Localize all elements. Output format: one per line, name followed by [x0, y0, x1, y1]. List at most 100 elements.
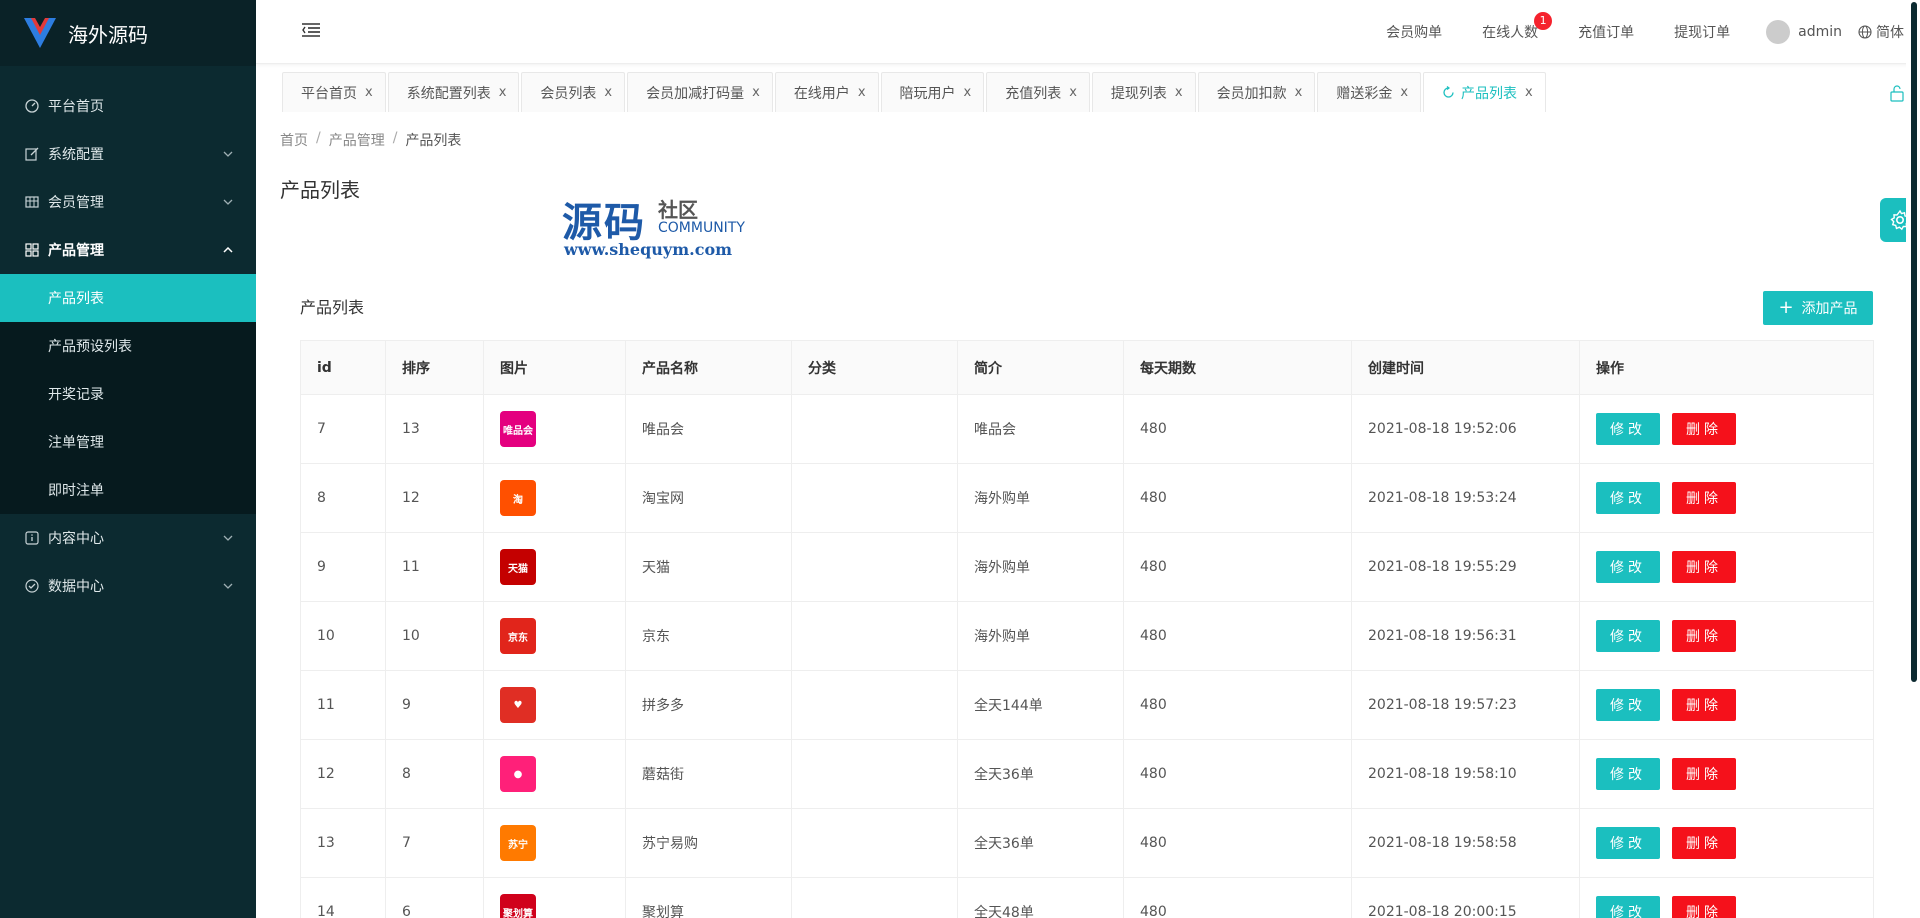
user-name[interactable]: admin: [1798, 24, 1842, 40]
refresh-icon[interactable]: [1442, 86, 1455, 99]
product-thumbnail[interactable]: 天猫: [500, 549, 536, 585]
sidebar-item-system-config[interactable]: 系统配置: [0, 130, 256, 178]
close-icon[interactable]: x: [604, 85, 612, 100]
logo[interactable]: 海外源码: [0, 0, 256, 66]
table-row: 12 8 ● 蘑菇街 全天36单 480 2021-08-18 19:58:10 修改 删除: [300, 739, 1874, 809]
sidebar-subitem-bet-management[interactable]: 注单管理: [0, 418, 256, 466]
sidebar-item-products[interactable]: 产品管理: [0, 226, 256, 274]
edit-button[interactable]: 修改: [1596, 758, 1660, 790]
table-body: 7 13 唯品会 唯品会 唯品会 480 2021-08-18 19:52:06 修改 删除 8 1…: [300, 394, 1874, 918]
add-product-button[interactable]: + 添加产品: [1763, 291, 1873, 325]
delete-button[interactable]: 删除: [1672, 551, 1736, 583]
tab-system-config-list[interactable]: 系统配置列表 x: [387, 72, 520, 112]
col-image[interactable]: 图片: [483, 340, 626, 395]
col-sort[interactable]: 排序: [385, 340, 484, 395]
delete-button[interactable]: 删除: [1672, 758, 1736, 790]
col-periods[interactable]: 每天期数: [1123, 340, 1352, 395]
tab-home[interactable]: 平台首页 x: [282, 72, 386, 112]
withdraw-orders-link[interactable]: 提现订单: [1674, 22, 1730, 42]
tab-member-bet-adjust[interactable]: 会员加减打码量 x: [627, 72, 773, 112]
product-thumbnail[interactable]: 京东: [500, 618, 536, 654]
delete-button[interactable]: 删除: [1672, 827, 1736, 859]
cell-actions: 修改 删除: [1579, 670, 1874, 740]
delete-button[interactable]: 删除: [1672, 620, 1736, 652]
sidebar-item-label: 数据中心: [48, 579, 104, 595]
close-icon[interactable]: x: [499, 85, 507, 100]
scrollbar-thumb[interactable]: [1911, 2, 1917, 682]
cell-intro: 全天36单: [957, 808, 1124, 878]
check-circle-icon: [24, 578, 40, 594]
close-icon[interactable]: x: [1525, 85, 1533, 100]
close-icon[interactable]: x: [365, 85, 373, 100]
col-name[interactable]: 产品名称: [625, 340, 792, 395]
delete-button[interactable]: 删除: [1672, 413, 1736, 445]
tab-label: 会员列表: [540, 85, 597, 102]
edit-button[interactable]: 修改: [1596, 482, 1660, 514]
close-icon[interactable]: x: [1069, 85, 1077, 100]
product-thumbnail[interactable]: 淘: [500, 480, 536, 516]
tab-member-list[interactable]: 会员列表 x: [521, 72, 626, 112]
online-users-link[interactable]: 在线人数 1: [1482, 12, 1553, 42]
cell-id: 14: [300, 877, 386, 918]
close-icon[interactable]: x: [1295, 85, 1303, 100]
sidebar-item-dashboard[interactable]: 平台首页: [0, 82, 256, 130]
lock-icon[interactable]: [1888, 84, 1906, 102]
edit-button[interactable]: 修改: [1596, 827, 1660, 859]
tab-recharge-list[interactable]: 充值列表 x: [986, 72, 1090, 112]
product-thumbnail[interactable]: ●: [500, 756, 536, 792]
sidebar-subitem-draw-records[interactable]: 开奖记录: [0, 370, 256, 418]
sidebar-subitem-product-list[interactable]: 产品列表: [0, 274, 256, 322]
sidebar-item-label: 会员管理: [48, 195, 104, 211]
sidebar-subitem-product-presets[interactable]: 产品预设列表: [0, 322, 256, 370]
close-icon[interactable]: x: [964, 85, 972, 100]
edit-button[interactable]: 修改: [1596, 413, 1660, 445]
cell-intro: 全天144单: [957, 670, 1124, 740]
tab-online-users[interactable]: 在线用户 x: [774, 72, 879, 112]
sidebar-item-content-center[interactable]: 内容中心: [0, 514, 256, 562]
cell-id: 10: [300, 601, 386, 671]
recharge-orders-link[interactable]: 充值订单: [1578, 22, 1634, 42]
edit-button[interactable]: 修改: [1596, 896, 1660, 918]
product-thumbnail[interactable]: 唯品会: [500, 411, 536, 447]
tab-product-list[interactable]: 产品列表 x: [1423, 72, 1546, 112]
grid-icon: [24, 242, 40, 258]
delete-button[interactable]: 删除: [1672, 896, 1736, 918]
close-icon[interactable]: x: [1400, 85, 1408, 100]
member-orders-link[interactable]: 会员购单: [1386, 22, 1442, 42]
avatar[interactable]: [1766, 20, 1791, 44]
scrollbar[interactable]: [1906, 0, 1920, 918]
close-icon[interactable]: x: [752, 85, 760, 100]
language-switcher[interactable]: 简体: [1858, 22, 1904, 42]
product-thumbnail[interactable]: ♥: [500, 687, 536, 723]
cell-actions: 修改 删除: [1579, 601, 1874, 671]
card-title: 产品列表: [300, 298, 365, 317]
edit-button[interactable]: 修改: [1596, 689, 1660, 721]
product-thumbnail[interactable]: 苏宁: [500, 825, 536, 861]
chevron-down-icon: [222, 580, 234, 592]
tab-companion-users[interactable]: 陪玩用户 x: [880, 72, 985, 112]
edit-button[interactable]: 修改: [1596, 620, 1660, 652]
product-thumbnail[interactable]: 聚划算: [500, 894, 536, 918]
sidebar-item-members[interactable]: 会员管理: [0, 178, 256, 226]
col-id[interactable]: id: [300, 340, 386, 395]
sidebar-item-data-center[interactable]: 数据中心: [0, 562, 256, 610]
tab-bonus-gift[interactable]: 赠送彩金 x: [1317, 72, 1422, 112]
close-icon[interactable]: x: [858, 85, 866, 100]
delete-button[interactable]: 删除: [1672, 689, 1736, 721]
breadcrumb-product-management[interactable]: 产品管理: [329, 130, 385, 150]
cell-sort: 7: [385, 808, 484, 878]
top-header: 会员购单 在线人数 1 充值订单 提现订单 admin 简体: [256, 0, 1920, 64]
breadcrumb-home[interactable]: 首页: [280, 130, 308, 150]
edit-button[interactable]: 修改: [1596, 551, 1660, 583]
cell-id: 9: [300, 532, 386, 602]
edit-icon: [24, 146, 40, 162]
delete-button[interactable]: 删除: [1672, 482, 1736, 514]
col-category[interactable]: 分类: [791, 340, 958, 395]
sidebar-subitem-live-bets[interactable]: 即时注单: [0, 466, 256, 514]
col-intro[interactable]: 简介: [957, 340, 1124, 395]
tab-member-balance-adjust[interactable]: 会员加扣款 x: [1197, 72, 1316, 112]
tab-withdraw-list[interactable]: 提现列表 x: [1091, 72, 1196, 112]
close-icon[interactable]: x: [1175, 85, 1183, 100]
col-created[interactable]: 创建时间: [1351, 340, 1580, 395]
menu-toggle-icon[interactable]: [302, 22, 320, 38]
